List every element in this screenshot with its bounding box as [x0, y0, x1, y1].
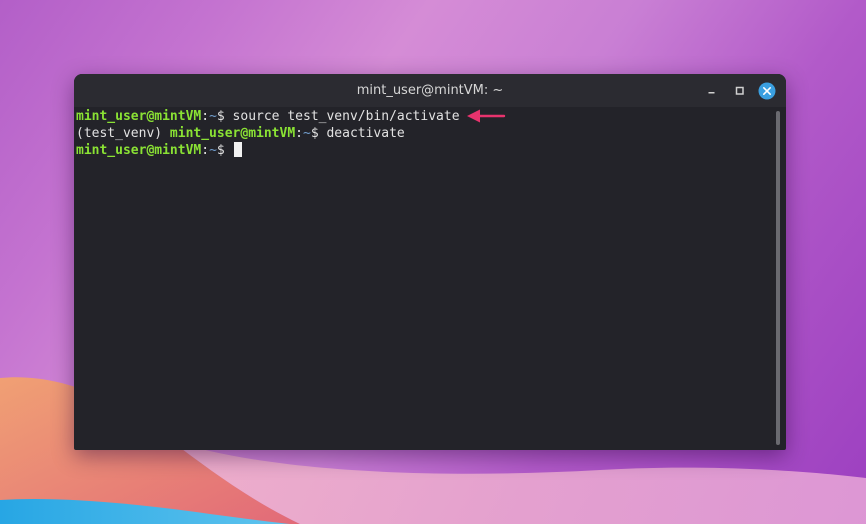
maximize-button[interactable]: [731, 82, 749, 100]
prompt-path: ~: [209, 109, 217, 124]
arrow-left-icon: [466, 109, 505, 123]
command-text: deactivate: [326, 126, 405, 141]
terminal-line: (test_venv) mint_user@mintVM:~$ deactiva…: [76, 125, 405, 142]
close-button[interactable]: [758, 82, 776, 100]
minimize-icon: [708, 92, 715, 94]
prompt-user: mint_user@mintVM: [169, 126, 296, 141]
terminal-window[interactable]: mint_user@mintVM: ~ mint_user@mintVM:~$ …: [74, 74, 786, 450]
scrollbar[interactable]: [776, 111, 780, 445]
close-icon: [758, 82, 776, 100]
prompt-symbol: $: [216, 109, 233, 124]
maximize-icon: [735, 86, 744, 95]
prompt-symbol: $: [216, 143, 233, 158]
prompt-colon: :: [295, 126, 303, 141]
prompt-user: mint_user@mintVM: [76, 109, 202, 124]
terminal-input-line[interactable]: mint_user@mintVM:~$: [76, 142, 242, 159]
prompt-colon: :: [201, 109, 210, 124]
prompt-symbol: $: [310, 126, 327, 141]
text-cursor: [233, 142, 242, 157]
window-title: mint_user@mintVM: ~: [356, 83, 504, 98]
command-text: source test_venv/bin/activate: [232, 109, 460, 124]
venv-prefix: (test_venv): [76, 126, 170, 141]
prompt-user: mint_user@mintVM: [76, 143, 202, 158]
prompt-colon: :: [201, 143, 210, 158]
minimize-button[interactable]: [703, 82, 721, 100]
title-bar[interactable]: mint_user@mintVM: ~: [74, 74, 786, 107]
prompt-path: ~: [302, 126, 311, 141]
terminal-output[interactable]: mint_user@mintVM:~$ source test_venv/bin…: [76, 108, 772, 446]
prompt-path: ~: [209, 143, 217, 158]
terminal-line: mint_user@mintVM:~$ source test_venv/bin…: [76, 108, 506, 125]
